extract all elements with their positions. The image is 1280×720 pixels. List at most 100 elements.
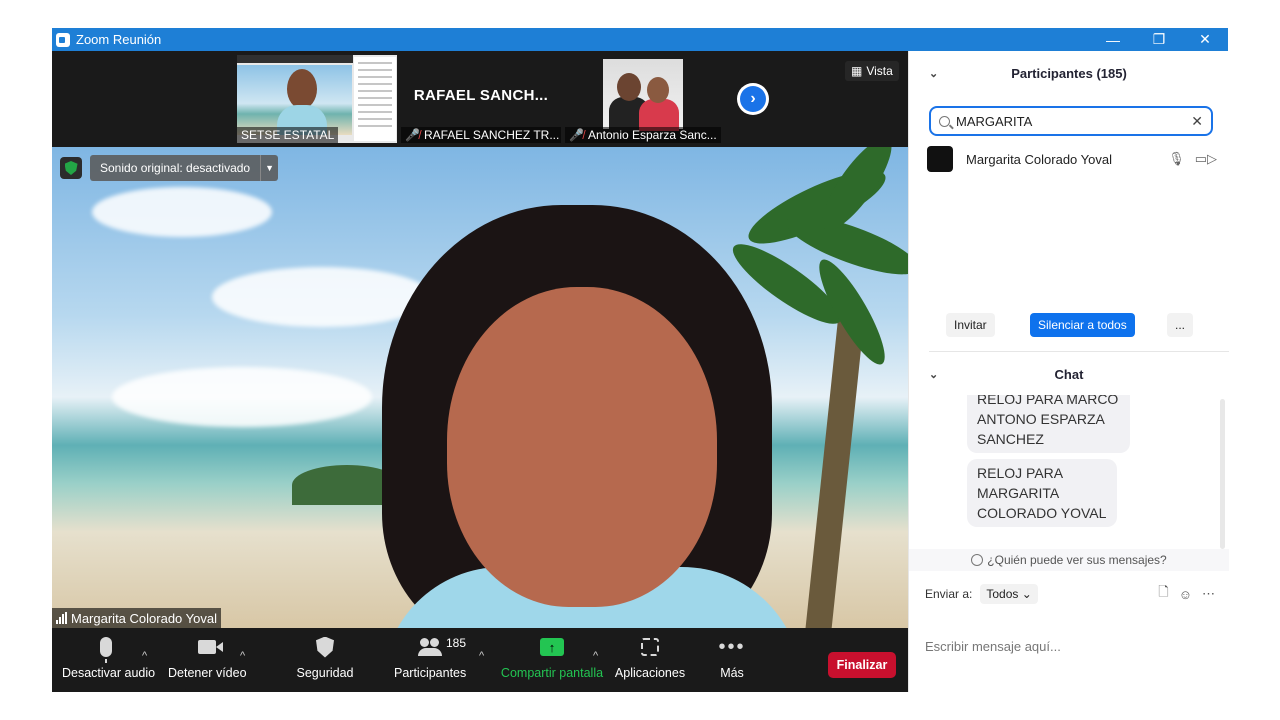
camera-icon: ▭▷ — [1194, 151, 1217, 166]
emoji-icon[interactable]: ☺ — [1179, 587, 1192, 602]
stop-video-label: Detener vídeo — [168, 666, 247, 680]
more-button[interactable]: ••• Más — [716, 628, 748, 692]
invite-button[interactable]: Invitar — [946, 313, 995, 337]
apps-label: Aplicaciones — [614, 666, 686, 680]
chat-message: RELOJ PARA MARCO ANTONO ESPARZA SANCHEZ — [967, 395, 1130, 453]
participants-more-button[interactable]: ... — [1167, 313, 1194, 337]
clear-search-icon[interactable]: ✕ — [1191, 113, 1203, 130]
thumbnail-rafael-sanchez[interactable]: RAFAEL SANCH... 🎤̸ RAFAEL SANCHEZ TR... — [401, 55, 561, 143]
collapse-chevron-icon[interactable]: ⌄ — [929, 67, 938, 80]
view-button[interactable]: ▦ Vista — [845, 61, 899, 81]
share-screen-label: Compartir pantalla — [500, 666, 604, 680]
video-area: SETSE ESTATAL RAFAEL SANCH... 🎤̸ RAFAEL … — [52, 51, 908, 628]
security-button[interactable]: Seguridad — [292, 628, 358, 692]
meeting-toolbar: Desactivar audio ^ Detener vídeo ^ Segur… — [52, 628, 908, 692]
thumbnail-name: RAFAEL SANCHEZ TR... — [423, 128, 560, 142]
thumbnail-name-label: 🎤̸ Antonio Esparza Sanc... — [565, 127, 721, 143]
audio-status-badge: Sonido original: desactivado ▼ — [60, 155, 279, 181]
send-to-row: Enviar a: Todos ⌄ 🗋 ☺ ⋯ — [925, 583, 1215, 605]
thumbnail-setse-estatal[interactable]: SETSE ESTATAL — [237, 55, 397, 143]
chat-scrollbar[interactable] — [1220, 399, 1225, 549]
participants-header: ⌄ Participantes (185) — [909, 51, 1229, 95]
more-label: Más — [720, 666, 744, 680]
view-label: Vista — [866, 64, 893, 78]
thumbnail-name-label: 🎤̸ RAFAEL SANCHEZ TR... — [401, 127, 561, 143]
apps-button[interactable]: Aplicaciones — [614, 628, 686, 692]
audio-options-caret-icon[interactable]: ^ — [142, 650, 147, 662]
close-button[interactable]: ✕ — [1182, 28, 1228, 51]
mute-all-button[interactable]: Silenciar a todos — [1030, 313, 1135, 337]
thumbnail-antonio-esparza[interactable]: 🎤̸ Antonio Esparza Sanc... — [565, 55, 725, 143]
participant-actions: Invitar Silenciar a todos ... — [909, 313, 1229, 339]
camera-icon — [198, 640, 223, 654]
mute-audio-label: Desactivar audio — [62, 666, 156, 680]
chevron-down-icon[interactable]: ▼ — [260, 155, 278, 181]
thumbnail-big-name: RAFAEL SANCH... — [413, 87, 549, 104]
thumbnail-name: SETSE ESTATAL — [241, 128, 335, 142]
search-icon — [939, 115, 950, 127]
participant-face — [447, 287, 717, 607]
file-icon[interactable]: 🗋 — [1158, 583, 1168, 605]
speaker-name: Margarita Colorado Yoval — [71, 610, 217, 626]
original-sound-label: Sonido original: desactivado — [100, 161, 251, 175]
connection-signal-icon — [56, 612, 67, 624]
participants-label: Participantes — [394, 666, 467, 680]
participant-row[interactable]: Margarita Colorado Yoval 🎙 ▭▷ — [927, 146, 1217, 172]
apps-icon — [641, 638, 659, 656]
encryption-shield-icon — [60, 157, 82, 179]
mute-audio-button[interactable]: Desactivar audio — [62, 628, 156, 692]
microphone-icon — [100, 637, 112, 663]
avatar — [927, 146, 953, 172]
chat-title: Chat — [1054, 366, 1084, 382]
video-options-caret-icon[interactable]: ^ — [240, 650, 245, 662]
chevron-right-icon: › — [740, 86, 766, 112]
microphone-icon: 🎙 — [1168, 151, 1185, 166]
thumbnail-name: Antonio Esparza Sanc... — [587, 128, 717, 142]
collapse-chevron-icon[interactable]: ⌄ — [929, 368, 938, 381]
more-dots-icon: ••• — [718, 635, 746, 658]
stop-video-button[interactable]: Detener vídeo — [168, 628, 247, 692]
participants-title: Participantes (185) — [1011, 65, 1127, 81]
title-bar: Zoom Reunión — ❐ ✕ — [52, 28, 1228, 51]
participant-search-input[interactable]: MARGARITA ✕ — [929, 106, 1213, 136]
mic-muted-icon: 🎤̸ — [569, 128, 584, 142]
message-visibility-label: ¿Quién puede ver sus mensajes? — [987, 553, 1167, 567]
chat-message-list: RELOJ PARA MARCO ANTONO ESPARZA SANCHEZ … — [909, 395, 1229, 541]
thumbnail-strip: SETSE ESTATAL RAFAEL SANCH... 🎤̸ RAFAEL … — [52, 51, 908, 147]
share-screen-button[interactable]: ↑ Compartir pantalla — [500, 628, 604, 692]
window-title: Zoom Reunión — [76, 32, 162, 47]
participants-count: 185 — [446, 636, 467, 650]
restore-button[interactable]: ❐ — [1136, 28, 1182, 51]
more-dots-icon[interactable]: ⋯ — [1202, 586, 1215, 602]
chat-message-input[interactable]: Escribir mensaje aquí... — [925, 639, 1061, 654]
security-label: Seguridad — [296, 666, 354, 680]
zoom-logo-icon — [56, 32, 70, 47]
share-screen-icon: ↑ — [540, 638, 564, 656]
chat-message: RELOJ PARA MARGARITA COLORADO YOVAL — [967, 459, 1117, 527]
send-to-value: Todos — [986, 587, 1019, 601]
original-sound-toggle[interactable]: Sonido original: desactivado ▼ — [90, 155, 279, 181]
grid-icon: ▦ — [851, 64, 863, 78]
mic-muted-icon: 🎤̸ — [405, 128, 420, 142]
panel-divider — [929, 351, 1229, 352]
search-value: MARGARITA — [956, 113, 1033, 129]
person-lock-icon — [971, 554, 984, 566]
message-visibility-link[interactable]: ¿Quién puede ver sus mensajes? — [909, 549, 1229, 571]
thumbnail-name-label: SETSE ESTATAL — [237, 127, 339, 143]
profile-photo — [603, 59, 683, 131]
next-page-button[interactable]: › — [737, 83, 769, 115]
zoom-window: Zoom Reunión — ❐ ✕ SETSE ESTATAL RAFAEL … — [52, 28, 1229, 692]
side-panel: ⌄ Participantes (185) MARGARITA ✕ Margar… — [908, 51, 1229, 692]
active-speaker-video: Sonido original: desactivado ▼ Margarita… — [52, 147, 908, 628]
send-to-dropdown[interactable]: Todos ⌄ — [980, 584, 1038, 604]
send-to-label: Enviar a: — [925, 587, 973, 601]
share-options-caret-icon[interactable]: ^ — [593, 650, 598, 662]
participants-options-caret-icon[interactable]: ^ — [479, 650, 484, 662]
end-meeting-button[interactable]: Finalizar — [828, 652, 896, 678]
chat-header: ⌄ Chat — [909, 361, 1229, 387]
participants-icon — [418, 638, 442, 656]
shield-icon — [316, 636, 334, 658]
participant-name: Margarita Colorado Yoval — [966, 151, 1112, 167]
speaker-name-label: Margarita Colorado Yoval — [52, 608, 221, 628]
minimize-button[interactable]: — — [1090, 28, 1136, 51]
